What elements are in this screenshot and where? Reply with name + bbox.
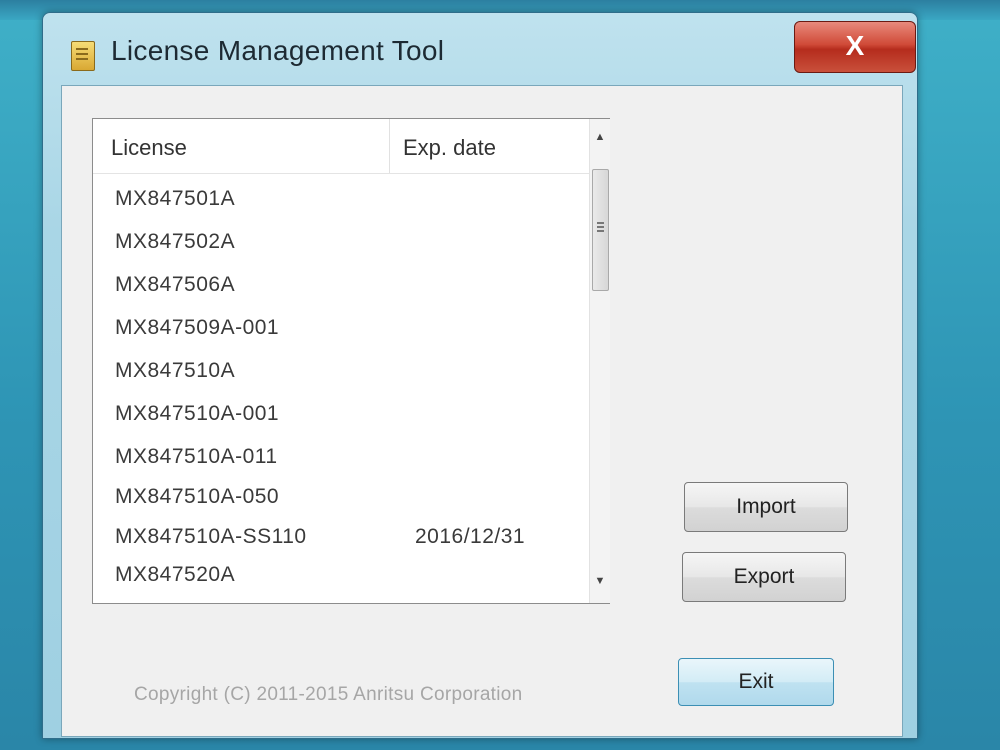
document-icon: [71, 41, 95, 71]
list-item[interactable]: MX847510A-050: [93, 477, 589, 519]
list-item[interactable]: MX847502A: [93, 222, 589, 264]
exit-button[interactable]: Exit: [678, 658, 834, 706]
license-name: MX847510A: [115, 359, 236, 382]
copyright-text: Copyright (C) 2011-2015 Anritsu Corporat…: [134, 684, 523, 705]
scroll-up-arrow-icon[interactable]: ▲: [593, 131, 607, 149]
list-item[interactable]: MX847506A: [93, 265, 589, 307]
license-name: MX847510A-050: [115, 485, 280, 508]
export-button[interactable]: Export: [682, 552, 846, 602]
list-item[interactable]: MX847509A-001: [93, 308, 589, 350]
column-header-license[interactable]: License: [111, 135, 187, 161]
list-item[interactable]: MX847510A-011: [93, 437, 589, 479]
vertical-scrollbar[interactable]: ▲ ▼: [589, 119, 610, 603]
license-exp-date: 2016/12/31: [415, 525, 526, 548]
license-name: MX847520A: [115, 563, 236, 586]
license-name: MX847510A-SS110: [115, 525, 307, 548]
window-title: License Management Tool: [111, 35, 445, 66]
list-header: License Exp. date: [93, 119, 589, 174]
scroll-thumb[interactable]: [592, 169, 609, 291]
column-divider[interactable]: [389, 119, 390, 173]
column-header-exp-date[interactable]: Exp. date: [403, 135, 496, 161]
close-button[interactable]: X: [794, 21, 916, 73]
license-name: MX847502A: [115, 230, 236, 253]
dialog-client-area: License Exp. date MX847501A MX847502A MX…: [61, 85, 903, 737]
license-name: MX847510A-011: [115, 445, 278, 468]
license-management-window: License Management Tool X License Exp. d…: [42, 12, 918, 739]
import-button[interactable]: Import: [684, 482, 848, 532]
license-name: MX847509A-001: [115, 316, 280, 339]
license-list[interactable]: License Exp. date MX847501A MX847502A MX…: [92, 118, 610, 604]
license-name: MX847501A: [115, 187, 236, 210]
list-item[interactable]: MX847510A-001: [93, 394, 589, 436]
list-item[interactable]: MX847520A: [93, 555, 589, 597]
list-item[interactable]: MX847501A: [93, 179, 589, 221]
license-name: MX847506A: [115, 273, 236, 296]
list-item[interactable]: MX847510A: [93, 351, 589, 393]
list-item[interactable]: MX847510A-SS110 2016/12/31: [93, 517, 589, 559]
license-name: MX847510A-001: [115, 402, 280, 425]
title-bar[interactable]: License Management Tool X: [43, 13, 917, 83]
scroll-down-arrow-icon[interactable]: ▼: [593, 575, 607, 593]
